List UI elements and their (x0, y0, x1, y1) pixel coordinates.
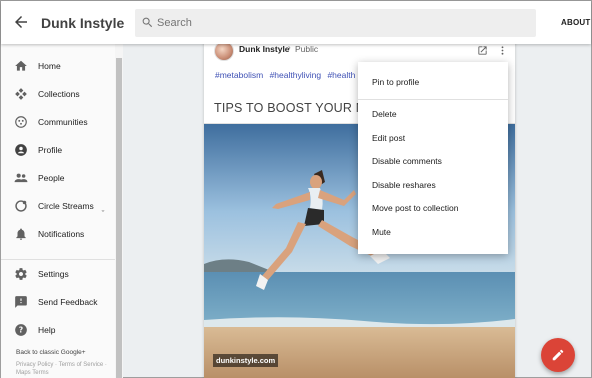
top-app-bar: Dunk Instyle ABOUT (1, 1, 591, 44)
sidebar: Home Collections Communities Profile Peo… (1, 44, 123, 378)
people-icon (14, 171, 28, 185)
pencil-icon (552, 349, 564, 361)
sidebar-item-people[interactable]: People (1, 166, 115, 190)
sidebar-item-notifications[interactable]: Notifications (1, 222, 115, 246)
search-icon (142, 17, 153, 28)
sidebar-item-label: Home (38, 61, 61, 71)
author-separator: › (288, 43, 291, 52)
hashtag-list: #metabolism #healthyliving #health (215, 70, 359, 80)
sidebar-item-label: Settings (38, 269, 69, 279)
svg-text:?: ? (19, 326, 23, 335)
sidebar-item-profile[interactable]: Profile (1, 138, 115, 162)
sidebar-item-send-feedback[interactable]: Send Feedback (1, 290, 115, 314)
menu-item-disable-reshares[interactable]: Disable reshares (358, 174, 508, 196)
sidebar-item-label: Profile (38, 145, 63, 155)
sidebar-item-label: Circle Streams (38, 201, 94, 211)
hashtag-link[interactable]: #healthyliving (270, 70, 322, 80)
menu-item-label: Edit post (372, 133, 406, 143)
more-vert-icon[interactable] (497, 43, 508, 61)
chevron-down-icon (99, 202, 107, 220)
menu-item-edit-post[interactable]: Edit post (358, 127, 508, 149)
image-watermark: dunkinstyle.com (213, 354, 279, 367)
feedback-icon (14, 295, 28, 309)
menu-divider (358, 99, 508, 100)
sidebar-item-label: People (38, 173, 65, 183)
post-author[interactable]: Dunk Instyle (239, 44, 290, 54)
menu-item-label: Disable comments (372, 156, 442, 166)
sidebar-divider (1, 259, 115, 260)
open-in-new-icon[interactable] (477, 43, 488, 61)
circle-streams-icon (14, 199, 28, 213)
app-title: Dunk Instyle (41, 15, 125, 31)
sidebar-item-collections[interactable]: Collections (1, 82, 115, 106)
sidebar-item-communities[interactable]: Communities (1, 110, 115, 134)
back-to-classic-link[interactable]: Back to classic Google+ (16, 349, 86, 356)
menu-item-pin-to-profile[interactable]: Pin to profile (358, 71, 508, 93)
menu-item-label: Move post to collection (372, 203, 459, 213)
home-icon (14, 59, 28, 73)
post-options-menu: Pin to profile Delete Edit post Disable … (358, 62, 508, 254)
sidebar-item-settings[interactable]: Settings (1, 262, 115, 286)
sidebar-item-label: Send Feedback (38, 297, 98, 307)
communities-icon (14, 115, 28, 129)
sidebar-item-label: Communities (38, 117, 88, 127)
sidebar-item-circle-streams[interactable]: Circle Streams (1, 194, 115, 218)
author-avatar[interactable] (214, 41, 234, 61)
hashtag-link[interactable]: #metabolism (215, 70, 263, 80)
profile-icon (14, 143, 28, 157)
back-arrow-icon[interactable] (12, 13, 30, 31)
sidebar-item-home[interactable]: Home (1, 54, 115, 78)
hashtag-link[interactable]: #health (327, 70, 355, 80)
sidebar-item-help[interactable]: ? Help (1, 318, 115, 342)
collections-icon (14, 87, 28, 101)
search-box[interactable] (135, 9, 536, 37)
sidebar-scrollbar-thumb[interactable] (116, 58, 122, 378)
help-icon: ? (14, 323, 28, 337)
footer-links[interactable]: Privacy Policy · Terms of Service · Maps… (16, 361, 111, 377)
search-input[interactable] (157, 9, 527, 37)
sidebar-item-label: Notifications (38, 229, 85, 239)
menu-item-move-to-collection[interactable]: Move post to collection (358, 197, 508, 219)
about-link[interactable]: ABOUT (561, 18, 590, 27)
menu-item-mute[interactable]: Mute (358, 221, 508, 243)
sidebar-item-label: Collections (38, 89, 80, 99)
menu-item-delete[interactable]: Delete (358, 103, 508, 125)
post-visibility: Public (295, 44, 319, 54)
compose-post-button[interactable] (541, 338, 575, 372)
menu-item-label: Disable reshares (372, 180, 436, 190)
sidebar-item-label: Help (38, 325, 56, 335)
menu-item-label: Delete (372, 109, 397, 119)
menu-item-label: Mute (372, 227, 391, 237)
gear-icon (14, 267, 28, 281)
menu-item-disable-comments[interactable]: Disable comments (358, 150, 508, 172)
bell-icon (14, 227, 28, 241)
menu-item-label: Pin to profile (372, 77, 420, 87)
